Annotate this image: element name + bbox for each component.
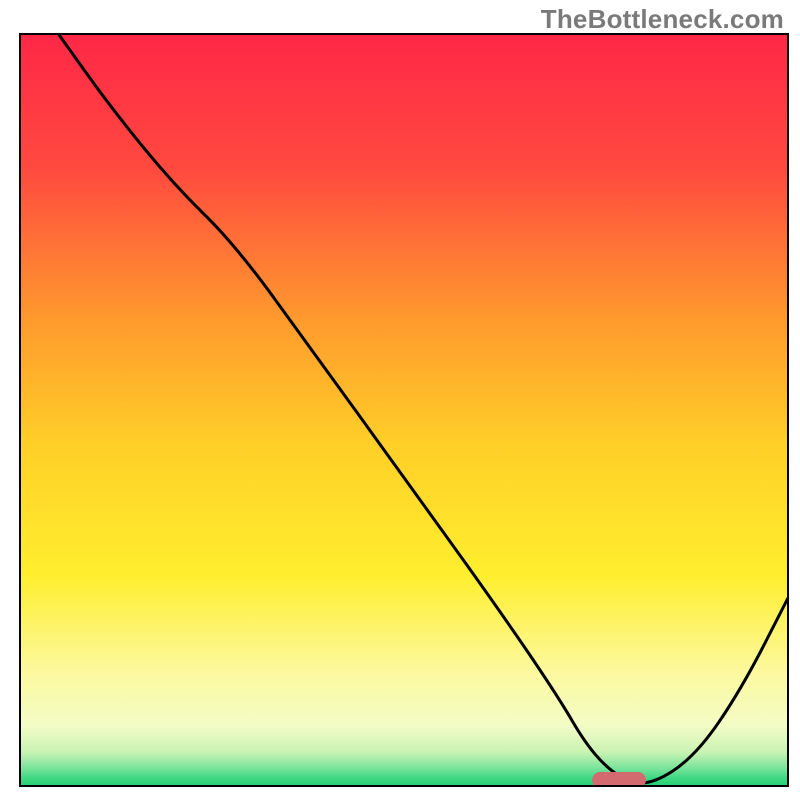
gradient-background bbox=[20, 34, 788, 786]
bottleneck-chart: TheBottleneck.com bbox=[0, 0, 800, 800]
chart-svg bbox=[0, 0, 800, 800]
watermark-text: TheBottleneck.com bbox=[541, 4, 784, 35]
